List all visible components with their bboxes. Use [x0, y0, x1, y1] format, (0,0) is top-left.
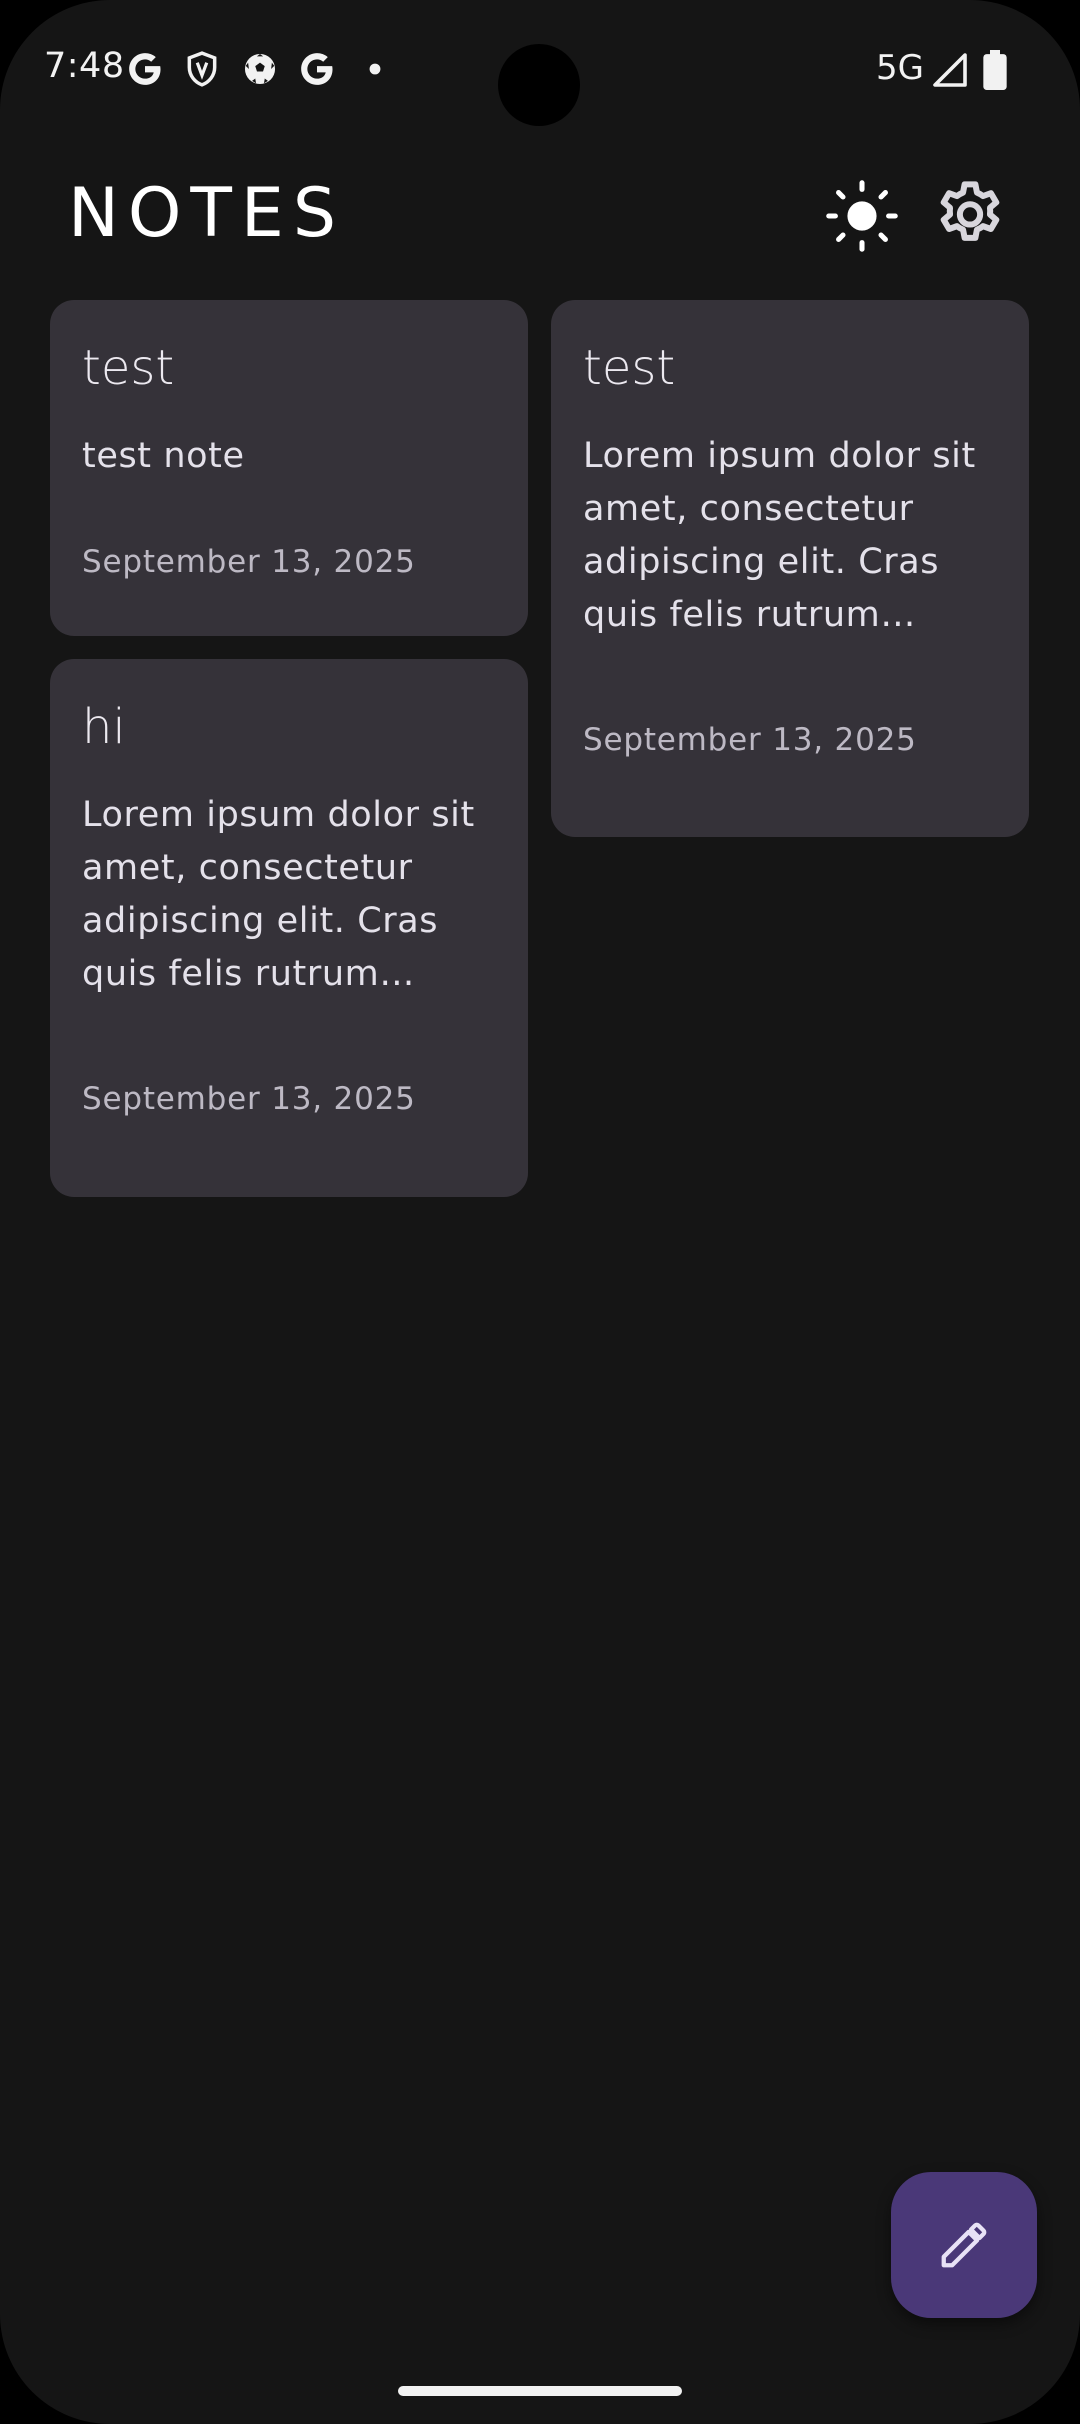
pencil-icon [941, 2222, 987, 2268]
note-card[interactable]: test test note September 13, 2025 [50, 300, 528, 636]
note-date: September 13, 2025 [82, 544, 416, 580]
new-note-button[interactable] [891, 2172, 1037, 2318]
sun-icon [826, 180, 898, 252]
google-g-icon [126, 50, 164, 88]
status-time: 7:48 [44, 46, 125, 86]
note-card[interactable]: hi Lorem ipsum dolor sit amet, consectet… [50, 659, 528, 1197]
gesture-nav-bar[interactable] [398, 2386, 682, 2396]
note-body: test note [82, 436, 245, 476]
soccer-ball-icon [241, 50, 279, 88]
google-g-icon [298, 50, 336, 88]
gear-icon [940, 181, 1000, 241]
settings-button[interactable] [930, 176, 1010, 256]
app-screen: 7:48 5G NOTES test test note September 1… [0, 0, 1080, 2424]
note-date: September 13, 2025 [583, 722, 917, 758]
status-bar: 7:48 5G [0, 0, 1080, 140]
note-title: test [82, 340, 175, 396]
theme-toggle-button[interactable] [822, 176, 902, 256]
network-type: 5G [876, 48, 924, 88]
front-camera [498, 44, 580, 126]
notification-dot-icon [362, 56, 388, 82]
note-body: Lorem ipsum dolor sit amet, consectetur … [82, 795, 475, 994]
vpn-shield-icon [183, 50, 221, 88]
note-title: test [583, 340, 676, 396]
cell-signal-icon [932, 52, 968, 88]
note-card[interactable]: test Lorem ipsum dolor sit amet, consect… [551, 300, 1029, 837]
note-date: September 13, 2025 [82, 1081, 416, 1117]
note-title: hi [82, 699, 126, 755]
note-body: Lorem ipsum dolor sit amet, consectetur … [583, 436, 976, 635]
battery-icon [980, 50, 1010, 90]
page-title: NOTES [68, 174, 346, 253]
